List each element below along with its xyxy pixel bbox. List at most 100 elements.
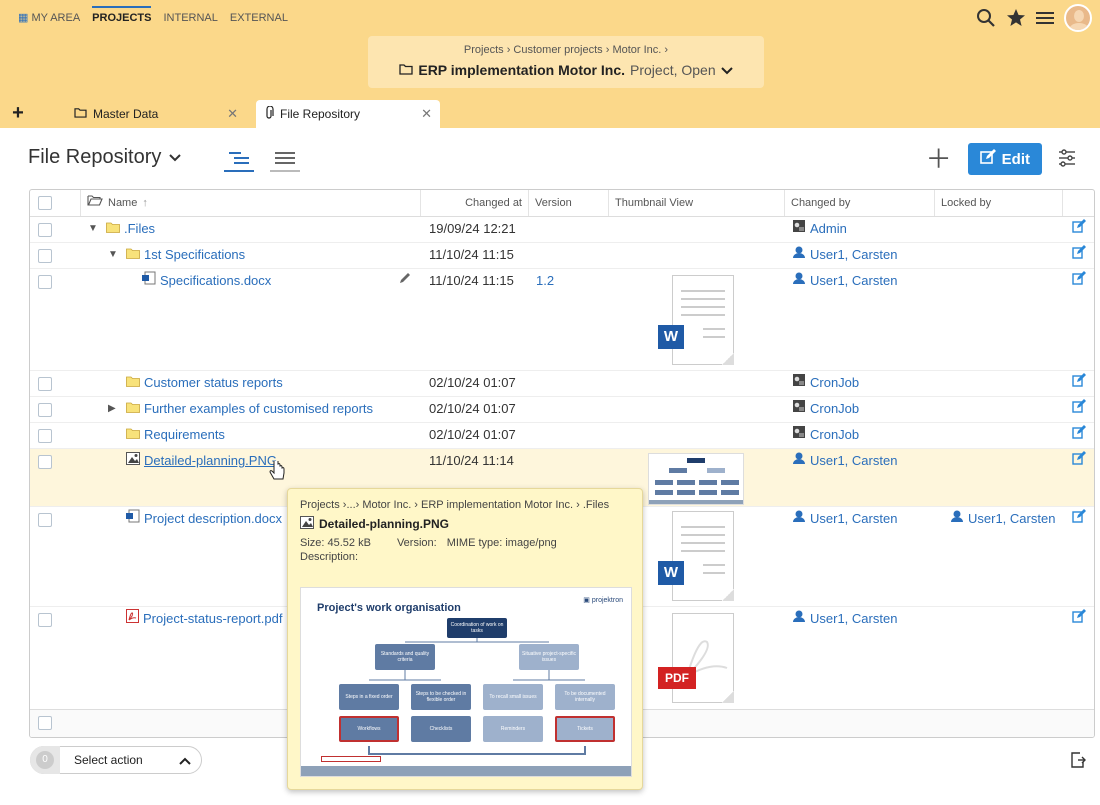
thumbnail-pdf[interactable]: PDF [658, 613, 736, 707]
changed-by[interactable]: User1, Carsten [792, 509, 897, 529]
preview-footer-bar [301, 766, 631, 776]
row-checkbox[interactable] [38, 223, 52, 237]
edit-row-icon[interactable] [1072, 399, 1086, 419]
chevron-down-icon [720, 62, 733, 78]
nav-projects[interactable]: PROJECTS [92, 6, 152, 28]
table-row[interactable]: Customer status reports 02/10/24 01:07 C… [30, 371, 1094, 397]
changed-by[interactable]: User1, Carsten [792, 451, 897, 471]
page-actions: ＋ Edit [926, 143, 1076, 175]
changed-at: 02/10/24 01:07 [429, 401, 516, 416]
tooltip-size: Size: 45.52 kB [300, 537, 371, 549]
nav-internal[interactable]: INTERNAL [163, 8, 217, 28]
tab-label: Master Data [93, 107, 159, 121]
edit-button[interactable]: Edit [967, 143, 1042, 175]
row-checkbox[interactable] [38, 513, 52, 527]
star-icon[interactable] [1006, 8, 1026, 28]
changed-at: 02/10/24 01:07 [429, 375, 516, 390]
changed-by[interactable]: Admin [792, 219, 847, 239]
add-tab-button[interactable]: + [8, 103, 28, 124]
file-name[interactable]: Project-status-report.pdf [126, 609, 282, 629]
close-icon[interactable]: ✕ [421, 106, 432, 122]
row-checkbox[interactable] [38, 455, 52, 469]
thumbnail-word[interactable]: W [658, 275, 736, 369]
edit-row-icon[interactable] [1072, 271, 1086, 291]
column-version[interactable]: Version [528, 190, 608, 216]
chevron-up-icon [179, 753, 191, 768]
row-checkbox[interactable] [38, 613, 52, 627]
file-name[interactable]: Detailed-planning.PNG [126, 451, 277, 471]
table-row[interactable]: Requirements 02/10/24 01:07 CronJob [30, 423, 1094, 449]
footer-checkbox[interactable] [38, 716, 52, 730]
nav-my-area[interactable]: ▦ MY AREA [18, 8, 80, 28]
row-checkbox[interactable] [38, 377, 52, 391]
select-action-dropdown[interactable]: 0 Select action [30, 746, 202, 774]
breadcrumb-path[interactable]: Projects › Customer projects › Motor Inc… [368, 44, 764, 56]
table-row[interactable]: ▼ 1st Specifications 11/10/24 11:15 User… [30, 243, 1094, 269]
edit-row-icon[interactable] [1072, 509, 1086, 529]
table-row[interactable]: Specifications.docx 11/10/24 11:15 1.2 W… [30, 269, 1094, 371]
folder-icon [399, 62, 414, 78]
tooltip-path: Projects ›...› Motor Inc. › ERP implemen… [300, 499, 610, 511]
changed-by[interactable]: CronJob [792, 373, 859, 393]
folder-icon [126, 399, 140, 419]
tab-file-repository[interactable]: File Repository ✕ [256, 100, 440, 128]
list-view-button[interactable] [270, 148, 300, 172]
tree-view-icon [229, 151, 249, 168]
version-link[interactable]: 1.2 [536, 271, 554, 291]
thumbnail-word[interactable]: W [658, 511, 736, 605]
edit-row-icon[interactable] [1072, 609, 1086, 629]
add-button[interactable]: ＋ [926, 146, 952, 172]
file-name[interactable]: ▶ Further examples of customised reports [108, 399, 373, 419]
project-selector[interactable]: ERP implementation Motor Inc. Project, O… [368, 62, 764, 78]
edit-row-icon[interactable] [1072, 373, 1086, 393]
changed-by[interactable]: CronJob [792, 399, 859, 419]
edit-row-icon[interactable] [1072, 219, 1086, 239]
hand-cursor-icon [268, 458, 286, 481]
table-row[interactable]: ▼ .Files 19/09/24 12:21 Admin [30, 217, 1094, 243]
column-changed-at[interactable]: Changed at [428, 190, 528, 216]
search-icon[interactable] [976, 8, 996, 28]
page-shape [672, 275, 734, 365]
column-name[interactable]: Name ↑ [80, 190, 420, 216]
select-all-checkbox[interactable] [38, 196, 52, 210]
changed-by[interactable]: User1, Carsten [792, 245, 897, 265]
file-name[interactable]: ▼ .Files [88, 219, 155, 239]
robot-user-icon [792, 425, 806, 445]
close-icon[interactable]: ✕ [227, 106, 238, 122]
nav-external[interactable]: EXTERNAL [230, 8, 288, 28]
tab-master-data[interactable]: Master Data ✕ [66, 100, 246, 128]
expanded-caret-icon[interactable]: ▼ [88, 219, 102, 239]
row-checkbox[interactable] [38, 429, 52, 443]
file-name[interactable]: Project description.docx [126, 509, 282, 529]
edit-row-icon[interactable] [1072, 425, 1086, 445]
thumbnail-image[interactable] [648, 453, 744, 505]
table-row[interactable]: ▶ Further examples of customised reports… [30, 397, 1094, 423]
page-heading[interactable]: File Repository [28, 146, 182, 169]
menu-icon[interactable] [1036, 10, 1054, 26]
column-changed-by[interactable]: Changed by [784, 190, 934, 216]
edit-row-icon[interactable] [1072, 245, 1086, 265]
file-name[interactable]: Requirements [126, 425, 225, 445]
row-checkbox[interactable] [38, 249, 52, 263]
settings-sliders-icon[interactable] [1058, 148, 1076, 170]
changed-by[interactable]: CronJob [792, 425, 859, 445]
column-thumbnail[interactable]: Thumbnail View [608, 190, 784, 216]
row-checkbox[interactable] [38, 403, 52, 417]
edit-label: Edit [1001, 150, 1030, 168]
file-name[interactable]: Customer status reports [126, 373, 283, 393]
changed-by[interactable]: User1, Carsten [792, 609, 897, 629]
expanded-caret-icon[interactable]: ▼ [108, 245, 122, 265]
file-name[interactable]: ▼ 1st Specifications [108, 245, 245, 265]
pencil-icon[interactable] [398, 271, 412, 291]
column-locked-by[interactable]: Locked by [934, 190, 1062, 216]
page-title: File Repository [28, 146, 162, 168]
avatar[interactable] [1064, 4, 1092, 32]
tree-view-button[interactable] [224, 148, 254, 172]
file-name[interactable]: Specifications.docx [142, 271, 271, 291]
edit-row-icon[interactable] [1072, 451, 1086, 471]
row-checkbox[interactable] [38, 275, 52, 289]
changed-by[interactable]: User1, Carsten [792, 271, 897, 291]
export-icon[interactable] [1070, 752, 1086, 771]
locked-by[interactable]: User1, Carsten [950, 509, 1055, 529]
collapsed-caret-icon[interactable]: ▶ [108, 399, 122, 419]
